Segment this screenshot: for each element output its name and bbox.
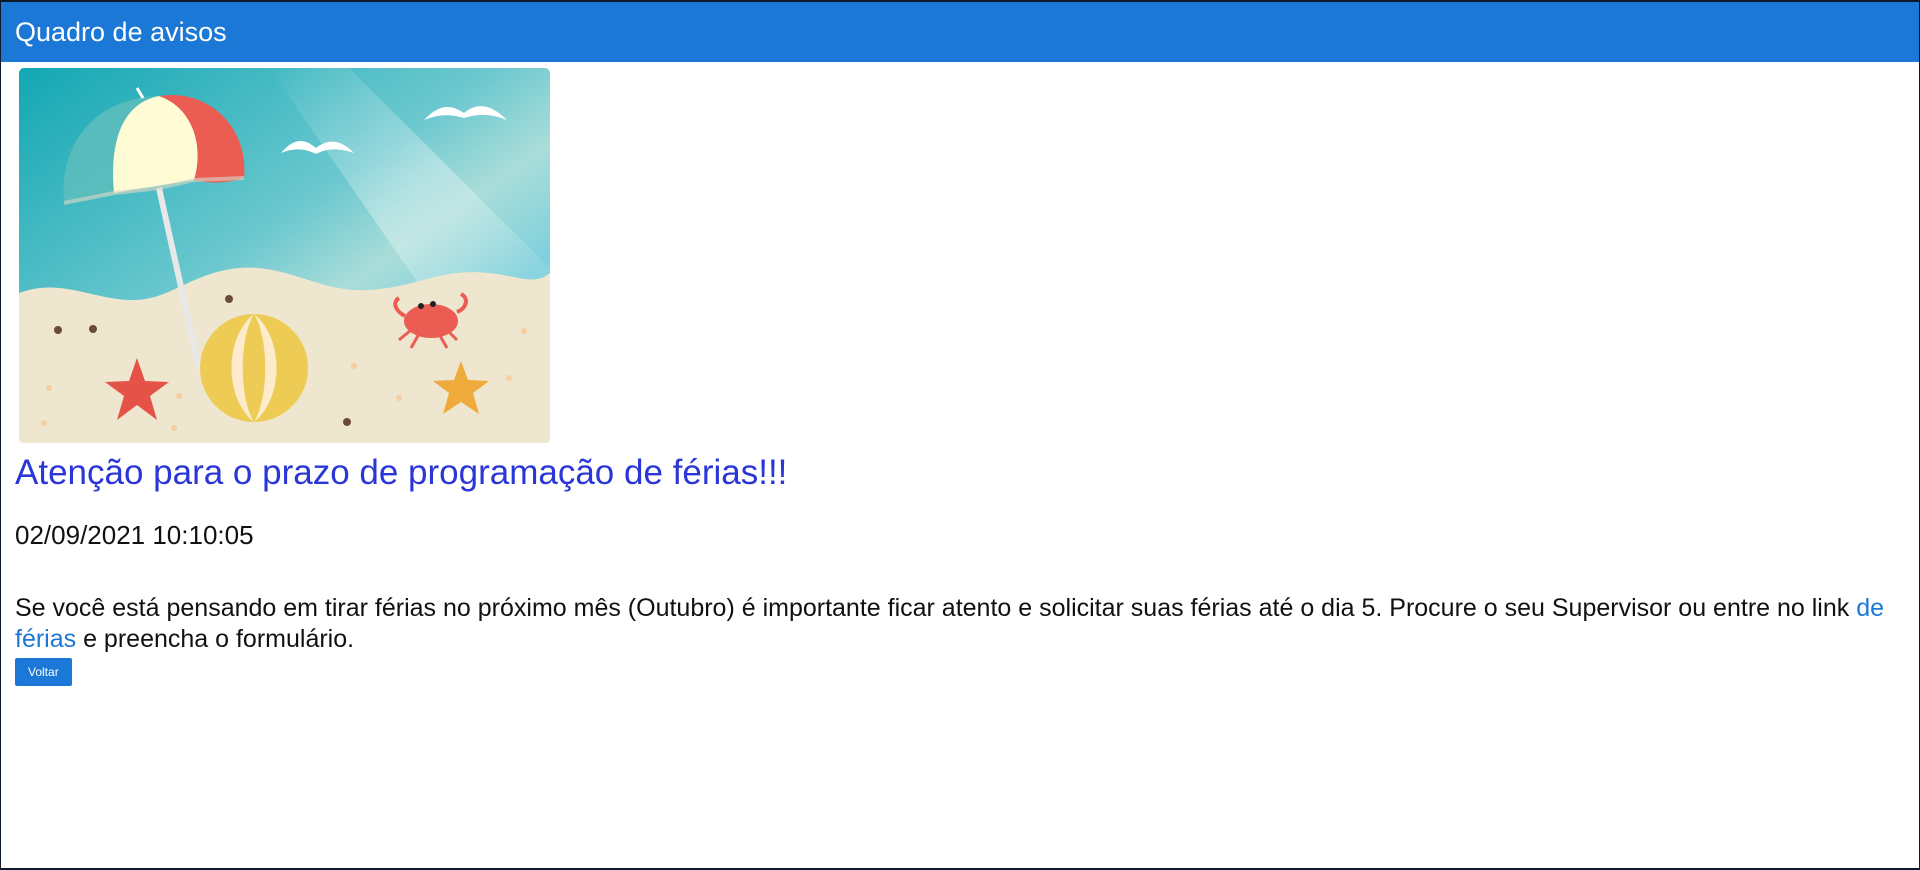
- notice-body-text-start: Se você está pensando em tirar férias no…: [15, 594, 1857, 622]
- notice-datetime: 02/09/2021 10:10:05: [15, 520, 254, 550]
- notice-title: Atenção para o prazo de programação de f…: [15, 453, 788, 492]
- back-button[interactable]: Voltar: [15, 658, 72, 686]
- notice-content: Atenção para o prazo de programação de f…: [1, 68, 1919, 686]
- notice-body: Se você está pensando em tirar férias no…: [15, 593, 1895, 655]
- page: Quadro de avisos Atenção para o prazo de…: [0, 0, 1920, 870]
- beach-illustration-image: [19, 68, 550, 443]
- header-bar: Quadro de avisos: [1, 2, 1919, 62]
- notice-body-text-end: e preencha o formulário.: [76, 625, 355, 653]
- page-header-title: Quadro de avisos: [15, 16, 227, 47]
